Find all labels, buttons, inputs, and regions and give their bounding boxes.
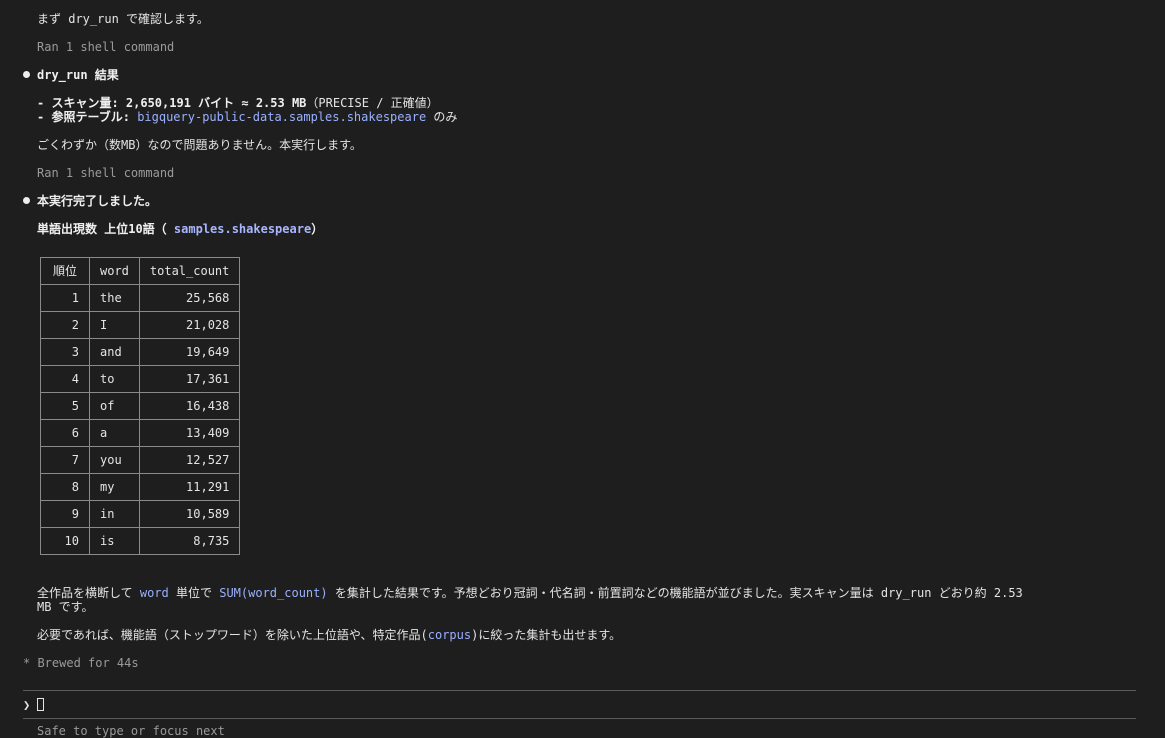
text-cursor[interactable] [37, 698, 44, 711]
table-row: 5 of 16,438 [40, 392, 241, 420]
ok-note: ごくわずか（数MB）なので問題ありません。本実行します。 [37, 138, 362, 152]
rank-cell: 4 [40, 365, 90, 393]
table-row: 2 I 21,028 [40, 311, 241, 339]
ran-shell-command-2[interactable]: Ran 1 shell command [37, 166, 174, 180]
word-cell: a [89, 419, 140, 447]
done-heading: 本実行完了しました。 [37, 194, 158, 208]
rank-cell: 2 [40, 311, 90, 339]
count-cell: 19,649 [138, 338, 241, 366]
word-cell: and [89, 338, 140, 366]
bullet-icon [23, 71, 30, 78]
followup-message: 必要であれば、機能語（ストップワード）を除いた上位語や、特定作品(corpus)… [37, 628, 622, 642]
word-cell: my [89, 473, 140, 501]
count-cell: 10,589 [138, 500, 241, 528]
word-cell: to [89, 365, 140, 393]
ran-shell-command-1[interactable]: Ran 1 shell command [37, 40, 174, 54]
word-cell: the [89, 284, 140, 312]
table-row: 8 my 11,291 [40, 473, 241, 501]
table-row: 9 in 10,589 [40, 500, 241, 528]
results-table: 順位 word total_count 1 the 25,568 2 I 21,… [40, 257, 241, 555]
rank-cell: 3 [40, 338, 90, 366]
input-bottom-divider [23, 718, 1136, 719]
footer-hint: Safe to type or focus next [37, 724, 225, 738]
word-cell: I [89, 311, 140, 339]
brewed-status: * Brewed for 44s [23, 656, 139, 670]
table-title: 単語出現数 上位10語（ samples.shakespeare） [37, 222, 324, 236]
header-word: word [89, 257, 140, 285]
intro-message: まず dry_run で確認します。 [37, 12, 209, 26]
input-top-divider [23, 690, 1136, 691]
table-row: 7 you 12,527 [40, 446, 241, 474]
table-row: 1 the 25,568 [40, 284, 241, 312]
dry-run-heading: dry_run 結果 [37, 68, 119, 82]
reference-table-line: - 参照テーブル: bigquery-public-data.samples.s… [37, 110, 458, 124]
table-row: 6 a 13,409 [40, 419, 241, 447]
summary-line-2: MB です。 [37, 600, 94, 614]
count-cell: 16,438 [138, 392, 241, 420]
count-cell: 11,291 [138, 473, 241, 501]
summary-line-1: 全作品を横断して word 単位で SUM(word_count) を集計した結… [37, 586, 1023, 600]
bullet-icon [23, 197, 30, 204]
rank-cell: 6 [40, 419, 90, 447]
word-cell: you [89, 446, 140, 474]
table-row: 4 to 17,361 [40, 365, 241, 393]
scan-amount-line: - スキャン量: 2,650,191 バイト ≈ 2.53 MB（PRECISE… [37, 96, 439, 110]
header-rank: 順位 [40, 257, 90, 285]
table-row: 3 and 19,649 [40, 338, 241, 366]
count-cell: 21,028 [138, 311, 241, 339]
rank-cell: 8 [40, 473, 90, 501]
count-cell: 17,361 [138, 365, 241, 393]
rank-cell: 5 [40, 392, 90, 420]
count-cell: 25,568 [138, 284, 241, 312]
rank-cell: 7 [40, 446, 90, 474]
word-cell: in [89, 500, 140, 528]
count-cell: 13,409 [138, 419, 241, 447]
word-cell: of [89, 392, 140, 420]
rank-cell: 9 [40, 500, 90, 528]
rank-cell: 1 [40, 284, 90, 312]
word-cell: is [89, 527, 140, 555]
table-row: 10 is 8,735 [40, 527, 241, 555]
count-cell: 8,735 [138, 527, 241, 555]
rank-cell: 10 [40, 527, 90, 555]
header-total-count: total_count [138, 257, 241, 285]
count-cell: 12,527 [138, 446, 241, 474]
table-header-row: 順位 word total_count [40, 257, 241, 285]
prompt-chevron-icon: ❯ [23, 698, 31, 712]
